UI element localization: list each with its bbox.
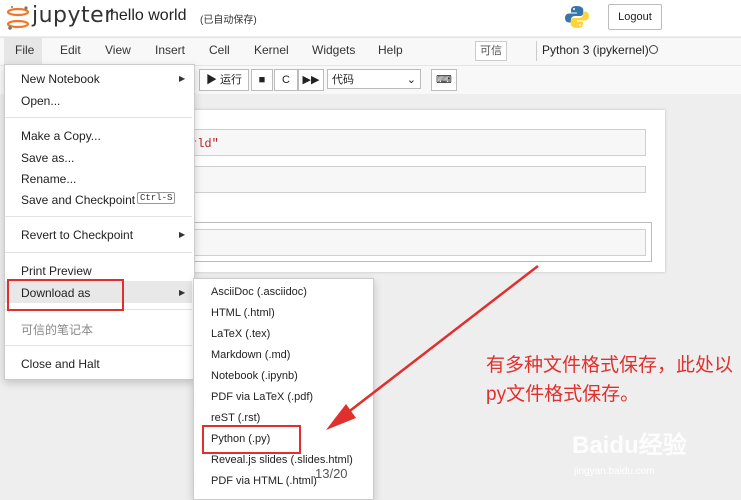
menu-item-rename[interactable]: Rename... — [21, 172, 76, 186]
logout-button[interactable]: Logout — [608, 4, 662, 30]
code-cell-3-input[interactable] — [182, 229, 646, 256]
restart-button[interactable]: C — [274, 69, 298, 91]
annotation-box-python — [202, 425, 301, 454]
python-logo-icon — [565, 6, 589, 28]
jupyter-logo-icon[interactable] — [6, 5, 30, 31]
menu-divider — [5, 117, 192, 118]
menu-item-save-as[interactable]: Save as... — [21, 151, 74, 165]
menu-help[interactable]: Help — [378, 43, 403, 57]
download-html[interactable]: HTML (.html) — [211, 307, 275, 319]
run-button[interactable]: ▶ 运行 — [199, 69, 249, 91]
page-counter: 13/20 — [315, 466, 348, 481]
keyboard-icon[interactable]: ⌨ — [431, 69, 457, 91]
menu-kernel[interactable]: Kernel — [254, 43, 289, 57]
menu-item-close-halt[interactable]: Close and Halt — [21, 357, 100, 371]
menu-item-new-notebook[interactable]: New Notebook — [21, 72, 100, 86]
cell-type-value: 代码 — [332, 74, 354, 86]
cell-type-select[interactable]: 代码 ⌄ — [327, 69, 421, 89]
download-notebook[interactable]: Notebook (.ipynb) — [211, 370, 298, 382]
submenu-arrow-icon: ▶ — [179, 74, 186, 83]
download-rest[interactable]: reST (.rst) — [211, 412, 260, 424]
annotation-box-download-as — [7, 279, 124, 311]
chevron-down-icon: ⌄ — [406, 74, 416, 86]
submenu-arrow-icon: ▶ — [179, 288, 186, 297]
download-asciidoc[interactable]: AsciiDoc (.asciidoc) — [211, 286, 307, 298]
notebook-title[interactable]: hello world — [110, 7, 186, 25]
watermark-url: jingyan.baidu.com — [574, 466, 655, 477]
submenu-arrow-icon: ▶ — [179, 230, 186, 239]
menu-view[interactable]: View — [105, 43, 131, 57]
menu-file[interactable]: File — [15, 43, 34, 57]
kernel-name[interactable]: Python 3 (ipykernel) — [542, 43, 649, 57]
trusted-button[interactable]: 可信 — [475, 41, 507, 61]
kernel-status-icon — [649, 45, 658, 54]
menu-item-trusted-notebook[interactable]: 可信的笔记本 — [21, 321, 93, 338]
menu-item-print-preview[interactable]: Print Preview — [21, 264, 92, 278]
annotation-text: 有多种文件格式保存，此处以py文件格式保存。 — [486, 355, 734, 405]
menu-widgets[interactable]: Widgets — [312, 43, 355, 57]
menu-item-save-checkpoint[interactable]: Save and Checkpoint — [21, 193, 135, 207]
menu-divider — [5, 345, 192, 346]
download-revealjs[interactable]: Reveal.js slides (.slides.html) — [211, 454, 353, 466]
download-latex[interactable]: LaTeX (.tex) — [211, 328, 270, 340]
menu-edit[interactable]: Edit — [60, 43, 81, 57]
stop-button[interactable]: ■ — [251, 69, 273, 91]
menu-item-open[interactable]: Open... — [21, 94, 60, 108]
watermark-brand: Baidu经验 — [572, 431, 687, 459]
menu-insert[interactable]: Insert — [155, 43, 185, 57]
restart-run-all-button[interactable]: ▶▶ — [298, 69, 324, 91]
code-cell-1[interactable] — [182, 129, 646, 156]
download-markdown[interactable]: Markdown (.md) — [211, 349, 290, 361]
menu-divider — [5, 252, 192, 253]
menu-item-make-copy[interactable]: Make a Copy... — [21, 129, 101, 143]
autosave-status: (已自动保存) — [200, 15, 257, 26]
shortcut-badge: Ctrl-S — [137, 192, 176, 204]
download-pdf-html[interactable]: PDF via HTML (.html) — [211, 475, 317, 487]
jupyter-logo-text[interactable]: jupyter — [32, 3, 114, 28]
kernel-divider — [536, 41, 537, 61]
menu-item-revert-checkpoint[interactable]: Revert to Checkpoint — [21, 228, 133, 242]
menu-cell[interactable]: Cell — [209, 43, 230, 57]
code-cell-2[interactable] — [182, 166, 646, 193]
baidu-watermark-logo-icon: Baidu经验 — [572, 431, 687, 459]
menu-divider — [5, 216, 192, 217]
download-pdf-latex[interactable]: PDF via LaTeX (.pdf) — [211, 391, 313, 403]
